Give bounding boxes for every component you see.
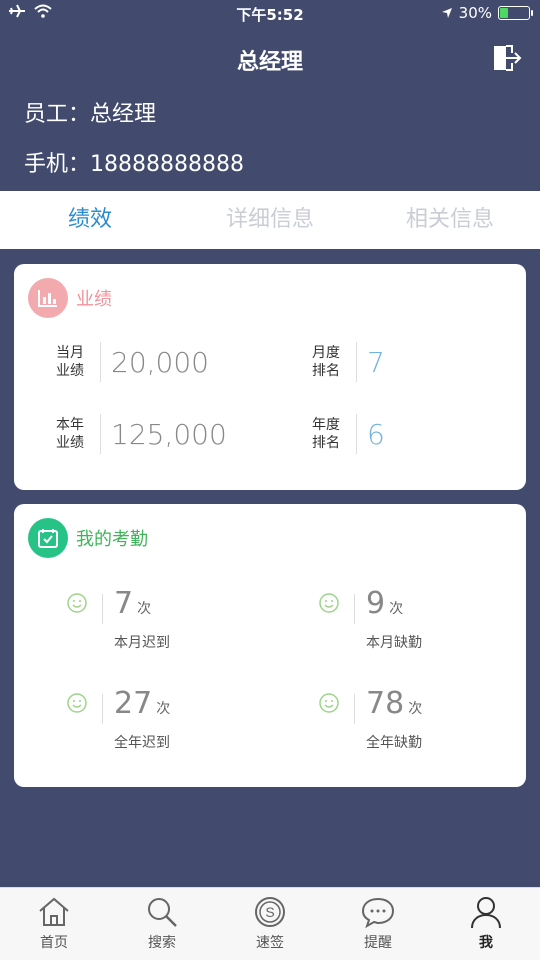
smile-icon bbox=[319, 593, 339, 613]
tab-details[interactable]: 详细信息 bbox=[180, 191, 360, 249]
performance-title: 业绩 bbox=[76, 289, 112, 310]
yearly-absence-count: 78 bbox=[366, 686, 405, 721]
nav-label: 首页 bbox=[40, 935, 68, 951]
yearly-late-count: 27 bbox=[114, 686, 153, 721]
attendance-title: 我的考勤 bbox=[76, 529, 148, 550]
monthly-late-label: 本月迟到 bbox=[114, 635, 170, 651]
phone-info: 手机：18888888888 bbox=[24, 146, 244, 178]
count-unit: 次 bbox=[408, 701, 423, 717]
metric-label: 业绩 bbox=[56, 363, 84, 379]
home-icon bbox=[39, 897, 69, 926]
monthly-absence-label: 本月缺勤 bbox=[366, 635, 422, 651]
monthly-late-count: 7 bbox=[114, 586, 134, 621]
svg-text:S: S bbox=[265, 904, 274, 920]
count-unit: 次 bbox=[156, 701, 171, 717]
nav-search[interactable]: 搜索 bbox=[108, 888, 216, 960]
yearly-performance-value: 125,000 bbox=[111, 417, 227, 451]
metric-label: 本年 bbox=[56, 417, 84, 433]
employee-label: 员工： bbox=[24, 102, 91, 127]
employee-name: 总经理 bbox=[90, 102, 157, 127]
phone-label: 手机： bbox=[24, 152, 91, 177]
monthly-absence-count: 9 bbox=[366, 586, 386, 621]
metric-label: 当月 bbox=[56, 345, 84, 361]
smile-icon bbox=[67, 693, 87, 713]
metric-label: 排名 bbox=[312, 435, 340, 451]
divider bbox=[354, 694, 355, 724]
divider bbox=[100, 342, 101, 382]
divider bbox=[102, 594, 103, 624]
phone-number: 18888888888 bbox=[90, 152, 244, 177]
nav-label: 提醒 bbox=[364, 935, 392, 951]
metric-label: 月度 bbox=[312, 345, 340, 361]
monthly-performance-value: 20,000 bbox=[111, 345, 209, 379]
nav-label: 搜索 bbox=[148, 935, 176, 951]
search-icon bbox=[148, 898, 177, 927]
calendar-check-icon bbox=[28, 518, 68, 558]
nav-quick-sign[interactable]: S 速签 bbox=[216, 888, 324, 960]
nav-me[interactable]: 我 bbox=[432, 888, 540, 960]
divider bbox=[354, 594, 355, 624]
logout-icon[interactable] bbox=[490, 42, 522, 74]
yearly-rank: 年度排名 6 bbox=[306, 414, 385, 454]
monthly-rank: 月度排名 7 bbox=[306, 342, 385, 382]
status-bar: 下午5:52 30% bbox=[0, 0, 540, 28]
chat-bubble-icon bbox=[361, 897, 395, 929]
divider bbox=[356, 414, 357, 454]
nav-home[interactable]: 首页 bbox=[0, 888, 108, 960]
count-unit: 次 bbox=[389, 601, 404, 617]
employee-info: 员工：总经理 bbox=[24, 96, 156, 128]
metric-label: 业绩 bbox=[56, 435, 84, 451]
battery-percent: 30% bbox=[458, 4, 492, 22]
yearly-absence-label: 全年缺勤 bbox=[366, 735, 422, 751]
location-arrow-icon bbox=[441, 8, 452, 18]
page-title: 总经理 bbox=[236, 50, 303, 75]
performance-card: 业绩 当月 业绩 20,000 月度 排名 7 本年 业绩 125,000 年度 排名 … bbox=[14, 264, 526, 490]
divider bbox=[102, 694, 103, 724]
user-icon bbox=[471, 897, 501, 929]
yearly-late-label: 全年迟到 bbox=[114, 735, 170, 751]
smile-icon bbox=[319, 693, 339, 713]
count-unit: 次 bbox=[137, 601, 152, 617]
tab-related[interactable]: 相关信息 bbox=[360, 191, 540, 249]
divider bbox=[100, 414, 101, 454]
quick-sign-icon: S bbox=[255, 897, 285, 927]
monthly-rank-value: 7 bbox=[367, 345, 385, 379]
attendance-card: 我的考勤 7次 本月迟到 9次 本月缺勤 27 次 全年迟到 78 次 全年缺勤 bbox=[14, 504, 526, 787]
nav-reminder[interactable]: 提醒 bbox=[324, 888, 432, 960]
metric-label: 年度 bbox=[312, 417, 340, 433]
metric-label: 排名 bbox=[312, 363, 340, 379]
yearly-performance: 本年业绩 125,000 bbox=[50, 414, 227, 454]
smile-icon bbox=[67, 593, 87, 613]
tab-bar: 绩效 详细信息 相关信息 bbox=[0, 191, 540, 249]
monthly-performance: 当月业绩 20,000 bbox=[50, 342, 209, 382]
bar-chart-icon bbox=[28, 278, 68, 318]
nav-label: 我 bbox=[479, 935, 493, 951]
divider bbox=[356, 342, 357, 382]
bottom-nav: 首页 搜索 S 速签 提醒 我 bbox=[0, 887, 540, 960]
yearly-rank-value: 6 bbox=[367, 417, 385, 451]
tab-performance[interactable]: 绩效 bbox=[0, 191, 180, 249]
nav-label: 速签 bbox=[256, 935, 284, 951]
battery-icon bbox=[498, 6, 533, 20]
